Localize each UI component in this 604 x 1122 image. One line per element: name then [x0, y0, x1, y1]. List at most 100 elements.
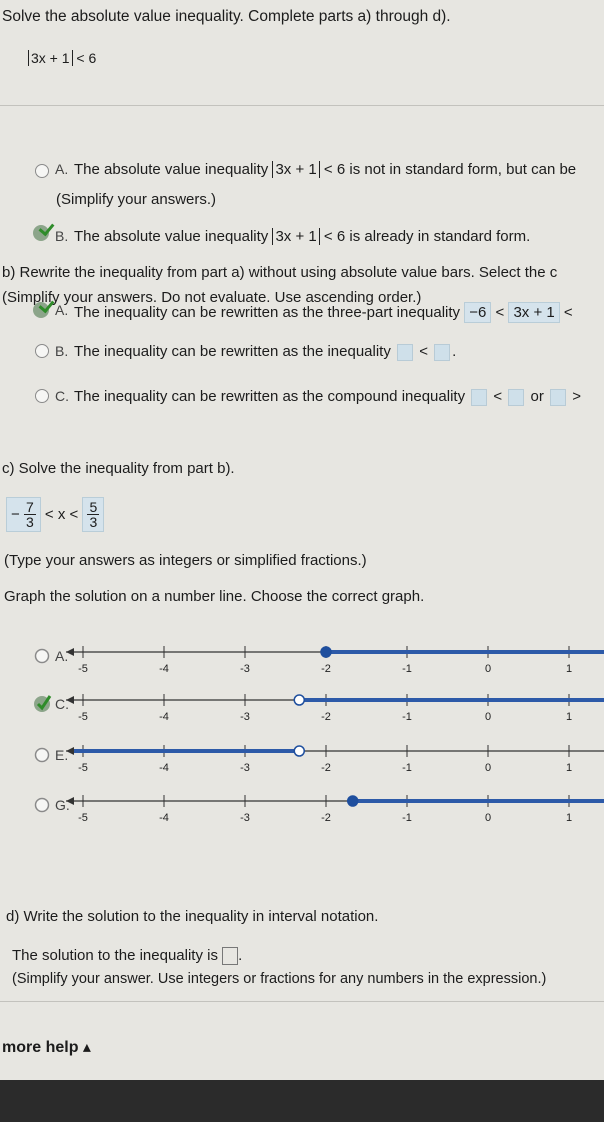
graph-option-e-endpoint — [293, 745, 306, 757]
graph-prompt: Graph the solution on a number line. Cho… — [4, 588, 425, 605]
part-c-right-numerator: 5 — [87, 499, 100, 515]
more-help-button[interactable]: more help ▴ — [2, 1037, 91, 1057]
part-b-option-c-radio[interactable] — [35, 389, 49, 403]
graph-option-g-endpoint — [346, 795, 359, 807]
part-b-prompt: b) Rewrite the inequality from part a) w… — [2, 264, 558, 281]
graph-option-e-tick-label: -3 — [240, 762, 250, 774]
graph-option-e-tick-label: 0 — [485, 762, 491, 774]
graph-option-e-letter: E. — [55, 747, 68, 763]
graph-option-a-tick-label: -5 — [78, 663, 88, 675]
graph-option-c-endpoint — [293, 694, 306, 706]
part-b-lt-1: < — [495, 304, 505, 321]
part-a-option-a-abs: 3x + 1 — [272, 161, 320, 178]
graph-option-e-radio[interactable] — [34, 747, 50, 763]
part-b-option-c-box-1[interactable] — [471, 388, 488, 406]
main-inequality: 3x + 1 < 6 — [28, 50, 96, 66]
footer-divider — [0, 1001, 604, 1002]
graph-option-a-tick-label: -4 — [159, 663, 169, 675]
part-b-option-b-lt: < — [419, 343, 428, 360]
part-b-option-b-text: The inequality can be rewritten as the i… — [74, 343, 456, 361]
part-b-option-c-text: The inequality can be rewritten as the c… — [74, 388, 581, 406]
graph-option-a-tick-label: -1 — [402, 663, 412, 675]
part-c-type-note: (Type your answers as integers or simpli… — [4, 552, 367, 569]
part-c-answer-right-box[interactable]: 53 — [82, 497, 105, 532]
part-c-left-numerator: 7 — [23, 499, 36, 515]
part-a-simplify-note: (Simplify your answers.) — [56, 191, 217, 208]
header-divider — [0, 105, 604, 106]
part-b-option-a-text: The inequality can be rewritten as the t… — [74, 302, 573, 323]
graph-option-c-tick-label: 0 — [485, 711, 491, 723]
part-b-option-c-or: or — [530, 388, 544, 405]
part-c-right-fraction: 53 — [87, 499, 100, 530]
part-b-answer-middle[interactable]: 3x + 1 — [508, 302, 560, 323]
part-b-option-b-radio[interactable] — [35, 344, 49, 358]
part-a-option-b-before: The absolute value inequality — [74, 228, 269, 245]
graph-option-a-tick-label: -2 — [321, 663, 331, 675]
part-c-answer-middle: < x < — [44, 506, 79, 523]
part-b-option-c-lt: < — [493, 388, 503, 405]
graph-option-e-tick-label: -1 — [402, 762, 412, 774]
part-c-answer-left-box[interactable]: − 73 — [6, 497, 41, 532]
part-b-option-b-end: . — [452, 343, 457, 360]
graph-option-e-tick-label: -4 — [159, 762, 169, 774]
graph-option-g-tick-label: 1 — [566, 812, 572, 824]
part-b-option-c-box-3[interactable] — [550, 388, 567, 406]
part-b-option-b-label: The inequality can be rewritten as the i… — [74, 343, 391, 360]
part-a-option-b-text: The absolute value inequality 3x + 1 < 6… — [74, 228, 530, 245]
part-b-option-c-letter: C. — [55, 388, 69, 404]
graph-option-g-tick-label: 0 — [485, 812, 491, 824]
graph-option-a-endpoint — [320, 646, 332, 658]
part-d-answer-box[interactable] — [222, 947, 239, 966]
part-a-option-a-radio[interactable] — [35, 164, 49, 178]
part-c-answer: − 73 < x < 53 — [6, 497, 105, 532]
part-b-option-a-letter: A. — [55, 302, 69, 318]
part-a-option-b-letter: B. — [55, 228, 69, 244]
graph-option-c-tick-label: -2 — [321, 711, 331, 723]
graph-option-g-tick-label: -2 — [321, 812, 331, 824]
part-a-option-a-letter: A. — [55, 161, 69, 177]
part-c-right-denominator: 3 — [89, 514, 98, 530]
part-a-option-a-before: The absolute value inequality — [74, 161, 269, 178]
graph-option-e-tick-label: -5 — [78, 762, 88, 774]
graph-option-c-tick-label: -3 — [240, 711, 250, 723]
instruction-text: Solve the absolute value inequality. Com… — [2, 8, 451, 25]
part-c-left-fraction: 73 — [23, 499, 36, 530]
part-a-option-a-after: < 6 is not in standard form, but can be — [323, 161, 577, 178]
part-b-answer-lower[interactable]: −6 — [464, 302, 492, 323]
graph-option-g-tick-label: -4 — [159, 812, 169, 824]
main-inequality-rhs: < 6 — [76, 50, 97, 66]
graph-option-e-tick-label: -2 — [321, 762, 331, 774]
graph-option-a-radio[interactable] — [34, 648, 50, 664]
part-b-option-b-box-right[interactable] — [434, 343, 451, 361]
part-b-lt-2: < — [563, 304, 573, 321]
part-b-option-c-box-2[interactable] — [508, 388, 525, 406]
part-d-solution-end: . — [238, 947, 243, 964]
graph-option-c-letter: C. — [55, 696, 69, 712]
graph-option-c-tick-label: -1 — [402, 711, 412, 723]
graph-option-c-tick-label: -5 — [78, 711, 88, 723]
graph-option-g-tick-label: -3 — [240, 812, 250, 824]
graph-option-c-tick-label: -4 — [159, 711, 169, 723]
part-b-option-a-selected-check-icon[interactable] — [33, 302, 49, 318]
part-b-option-a-label: The inequality can be rewritten as the t… — [74, 304, 461, 321]
graph-option-c-tick-label: 1 — [566, 711, 572, 723]
part-d-solution-line: The solution to the inequality is . — [12, 947, 243, 966]
part-a-option-a-text: The absolute value inequality 3x + 1 < 6… — [74, 161, 576, 178]
graph-option-g-radio[interactable] — [34, 797, 50, 813]
part-a-option-b-selected-check-icon[interactable] — [33, 225, 49, 241]
bottom-bar — [0, 1080, 604, 1122]
part-a-option-b-after: < 6 is already in standard form. — [323, 228, 531, 245]
part-c-left-denominator: 3 — [25, 514, 34, 530]
graph-option-g-tick-label: -1 — [402, 812, 412, 824]
part-b-option-c-label: The inequality can be rewritten as the c… — [74, 388, 466, 405]
graph-option-g-tick-label: -5 — [78, 812, 88, 824]
part-b-option-c-gt: > — [572, 388, 581, 405]
part-b-option-b-letter: B. — [55, 343, 69, 359]
part-d-solution-text: The solution to the inequality is — [12, 947, 218, 964]
graph-option-a-tick-label: -3 — [240, 663, 250, 675]
graph-option-g-letter: G. — [55, 797, 70, 813]
graph-option-a-tick-label: 0 — [485, 663, 491, 675]
graph-option-e-tick-label: 1 — [566, 762, 572, 774]
part-a-option-b-abs: 3x + 1 — [272, 228, 320, 245]
part-b-option-b-box-left[interactable] — [397, 343, 414, 361]
